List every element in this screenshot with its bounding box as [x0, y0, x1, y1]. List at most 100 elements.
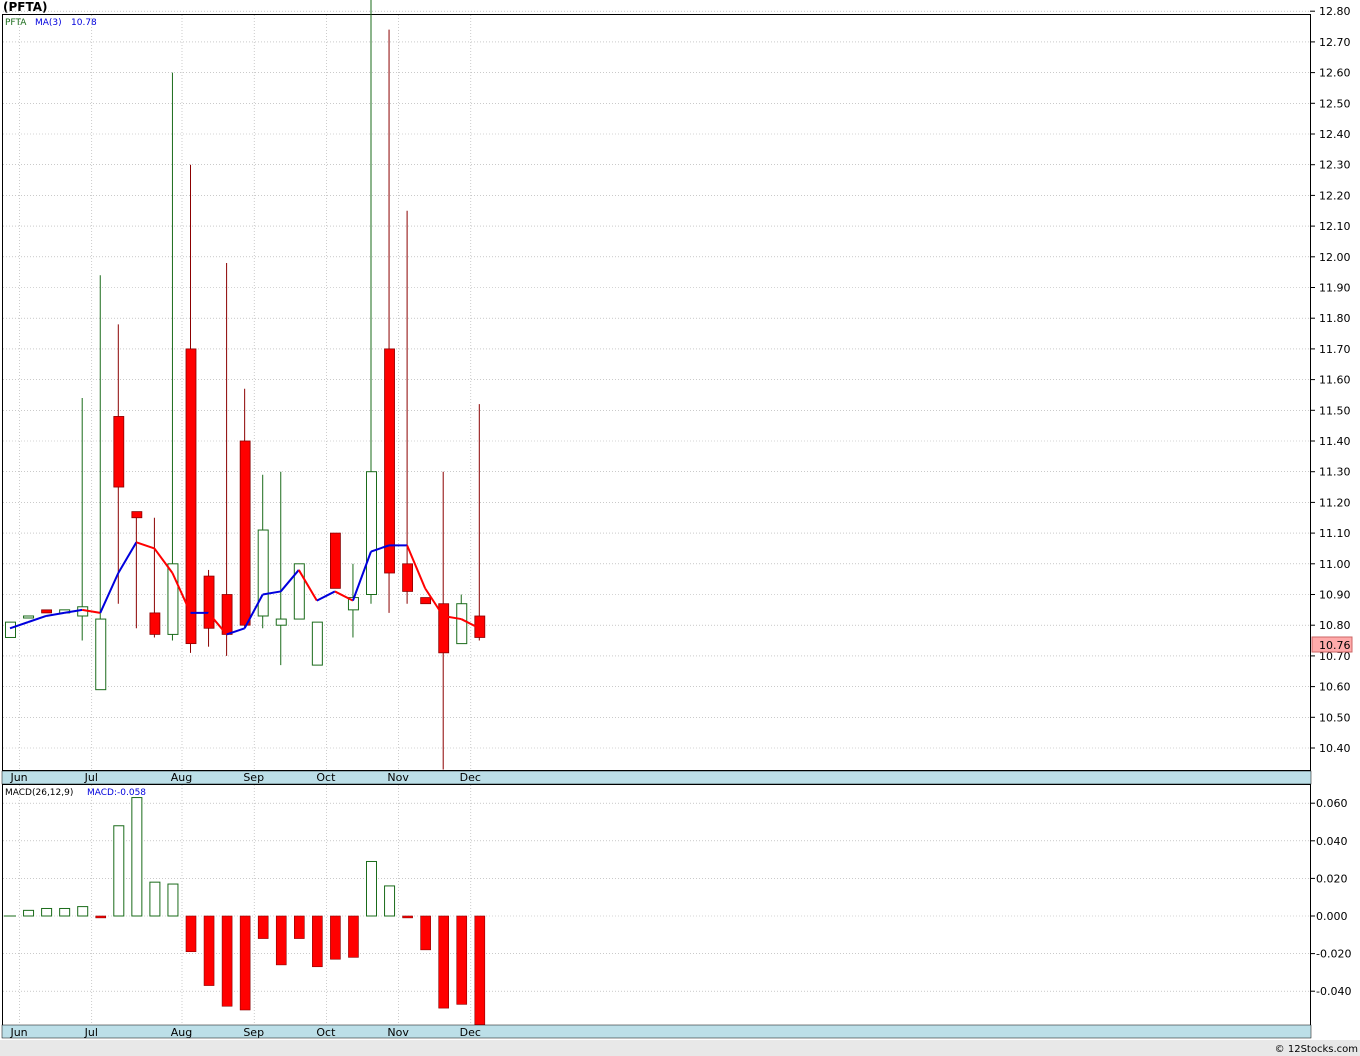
macd-bar-negative: [330, 915, 341, 960]
macd-bar-positive: [167, 883, 179, 917]
macd-bar-positive: [41, 907, 53, 917]
price-tick-label: 12.00: [1319, 251, 1351, 264]
macd-bar-negative: [95, 915, 107, 919]
month-axis-band-lower: [1, 1024, 1312, 1039]
candle-body-up: [5, 621, 16, 638]
candle-body-up: [366, 471, 377, 596]
macd-bar-positive: [366, 860, 377, 917]
price-tick-label: 10.40: [1319, 742, 1351, 755]
macd-y-axis: -0.040 -0.020 0.000 0.020 0.040 0.060: [1310, 797, 1351, 998]
macd-bar-negative: [438, 915, 450, 1009]
macd-legend-label: MACD(26,12,9): [5, 788, 73, 798]
price-tick-label: 12.30: [1319, 159, 1351, 172]
price-tick-label: 11.80: [1319, 312, 1351, 325]
candle-body-up: [23, 615, 35, 619]
macd-bar-positive: [23, 909, 35, 917]
price-tick-label: 12.50: [1319, 97, 1351, 110]
price-tick-label: 11.50: [1319, 404, 1351, 417]
macd-tick-label: 0.020: [1316, 872, 1348, 885]
candle-body-down: [402, 563, 414, 592]
candle-body-up: [311, 621, 323, 666]
price-tick-label: 12.20: [1319, 189, 1351, 202]
macd-bar-negative: [185, 915, 197, 953]
macd-bar-negative: [203, 915, 215, 986]
price-tick-label: 11.70: [1319, 343, 1351, 356]
macd-bar-positive: [149, 881, 161, 917]
price-tick-label: 10.80: [1319, 619, 1351, 632]
macd-bar-negative: [257, 915, 269, 939]
macd-bar-positive: [59, 907, 71, 917]
macd-bar-positive: [113, 825, 125, 917]
candle-body-up: [95, 618, 107, 691]
macd-bar-positive: [77, 906, 89, 917]
stock-chart: 10.4010.5010.6010.7010.8010.9011.0011.10…: [0, 0, 1360, 1056]
month-label-sep: Sep: [243, 1026, 264, 1039]
footer-credit: © 12Stocks.com: [1274, 1044, 1358, 1055]
month-label-jul: Jul: [84, 771, 98, 784]
month-label-jul: Jul: [84, 1026, 98, 1039]
macd-tick-label: 0.040: [1316, 835, 1348, 848]
month-label-nov: Nov: [387, 771, 409, 784]
month-label-nov: Nov: [387, 1026, 409, 1039]
month-label-dec: Dec: [460, 771, 481, 784]
candle-body-down: [420, 597, 432, 605]
candle-body-down: [239, 440, 251, 626]
macd-bar-negative: [221, 915, 233, 1007]
last-price-value: 10.76: [1319, 639, 1351, 652]
macd-bar-negative: [420, 915, 431, 951]
macd-bar-negative: [348, 915, 359, 958]
candle-body-down: [185, 348, 197, 645]
price-tick-label: 11.30: [1319, 466, 1351, 479]
macd-bar-negative: [239, 915, 251, 1011]
candle-body-down: [384, 348, 395, 574]
month-label-dec: Dec: [460, 1026, 481, 1039]
month-label-aug: Aug: [171, 1026, 192, 1039]
candle-body-down: [203, 575, 215, 629]
price-tick-label: 12.80: [1319, 5, 1351, 18]
macd-tick-label: 0.060: [1316, 797, 1348, 810]
macd-tick-label: -0.020: [1316, 948, 1351, 961]
macd-bar-negative: [312, 915, 323, 968]
candle-body-down: [113, 416, 125, 488]
price-tick-label: 10.90: [1319, 589, 1351, 602]
price-tick-label: 11.20: [1319, 496, 1351, 509]
candle-body-up: [257, 529, 269, 617]
month-label-oct: Oct: [316, 771, 336, 784]
price-tick-label: 11.00: [1319, 558, 1351, 571]
candle-body-up: [456, 603, 468, 645]
macd-bar-positive: [131, 797, 143, 917]
macd-bar-negative: [275, 915, 287, 966]
price-tick-label: 11.90: [1319, 282, 1351, 295]
month-label-sep: Sep: [243, 771, 264, 784]
legend-ma-value: 10.78: [71, 18, 97, 28]
macd-tick-label: 0.000: [1316, 910, 1348, 923]
legend-ma-label: MA(3): [35, 18, 62, 28]
macd-bar-negative: [456, 915, 468, 1005]
month-axis-band: [1, 770, 1312, 785]
month-label-jun: Jun: [9, 1026, 27, 1039]
price-tick-label: 12.70: [1319, 36, 1351, 49]
price-tick-label: 12.60: [1319, 67, 1351, 80]
candle-body-down: [41, 609, 52, 614]
price-tick-label: 11.40: [1319, 435, 1351, 448]
footer-strip: [0, 1040, 1360, 1056]
macd-bar-negative: [402, 915, 413, 919]
candle-body-down: [131, 511, 143, 519]
macd-panel: [2, 784, 1311, 1026]
month-label-jun: Jun: [9, 771, 27, 784]
price-tick-label: 11.60: [1319, 374, 1351, 387]
macd-legend-value: MACD:-0.058: [87, 788, 146, 798]
candle-body-down: [221, 594, 233, 635]
macd-tick-label: -0.040: [1316, 985, 1351, 998]
candle-body-up: [275, 618, 287, 626]
legend-symbol: PFTA: [5, 18, 27, 28]
price-tick-label: 10.60: [1319, 681, 1351, 694]
price-tick-label: 11.10: [1319, 527, 1351, 540]
candle-body-down: [329, 532, 341, 589]
macd-bar-positive: [384, 885, 396, 917]
month-label-oct: Oct: [316, 1026, 336, 1039]
price-tick-label: 10.50: [1319, 711, 1351, 724]
macd-bar-negative: [474, 915, 486, 1026]
month-label-aug: Aug: [171, 771, 192, 784]
candle-body-down: [149, 612, 161, 635]
